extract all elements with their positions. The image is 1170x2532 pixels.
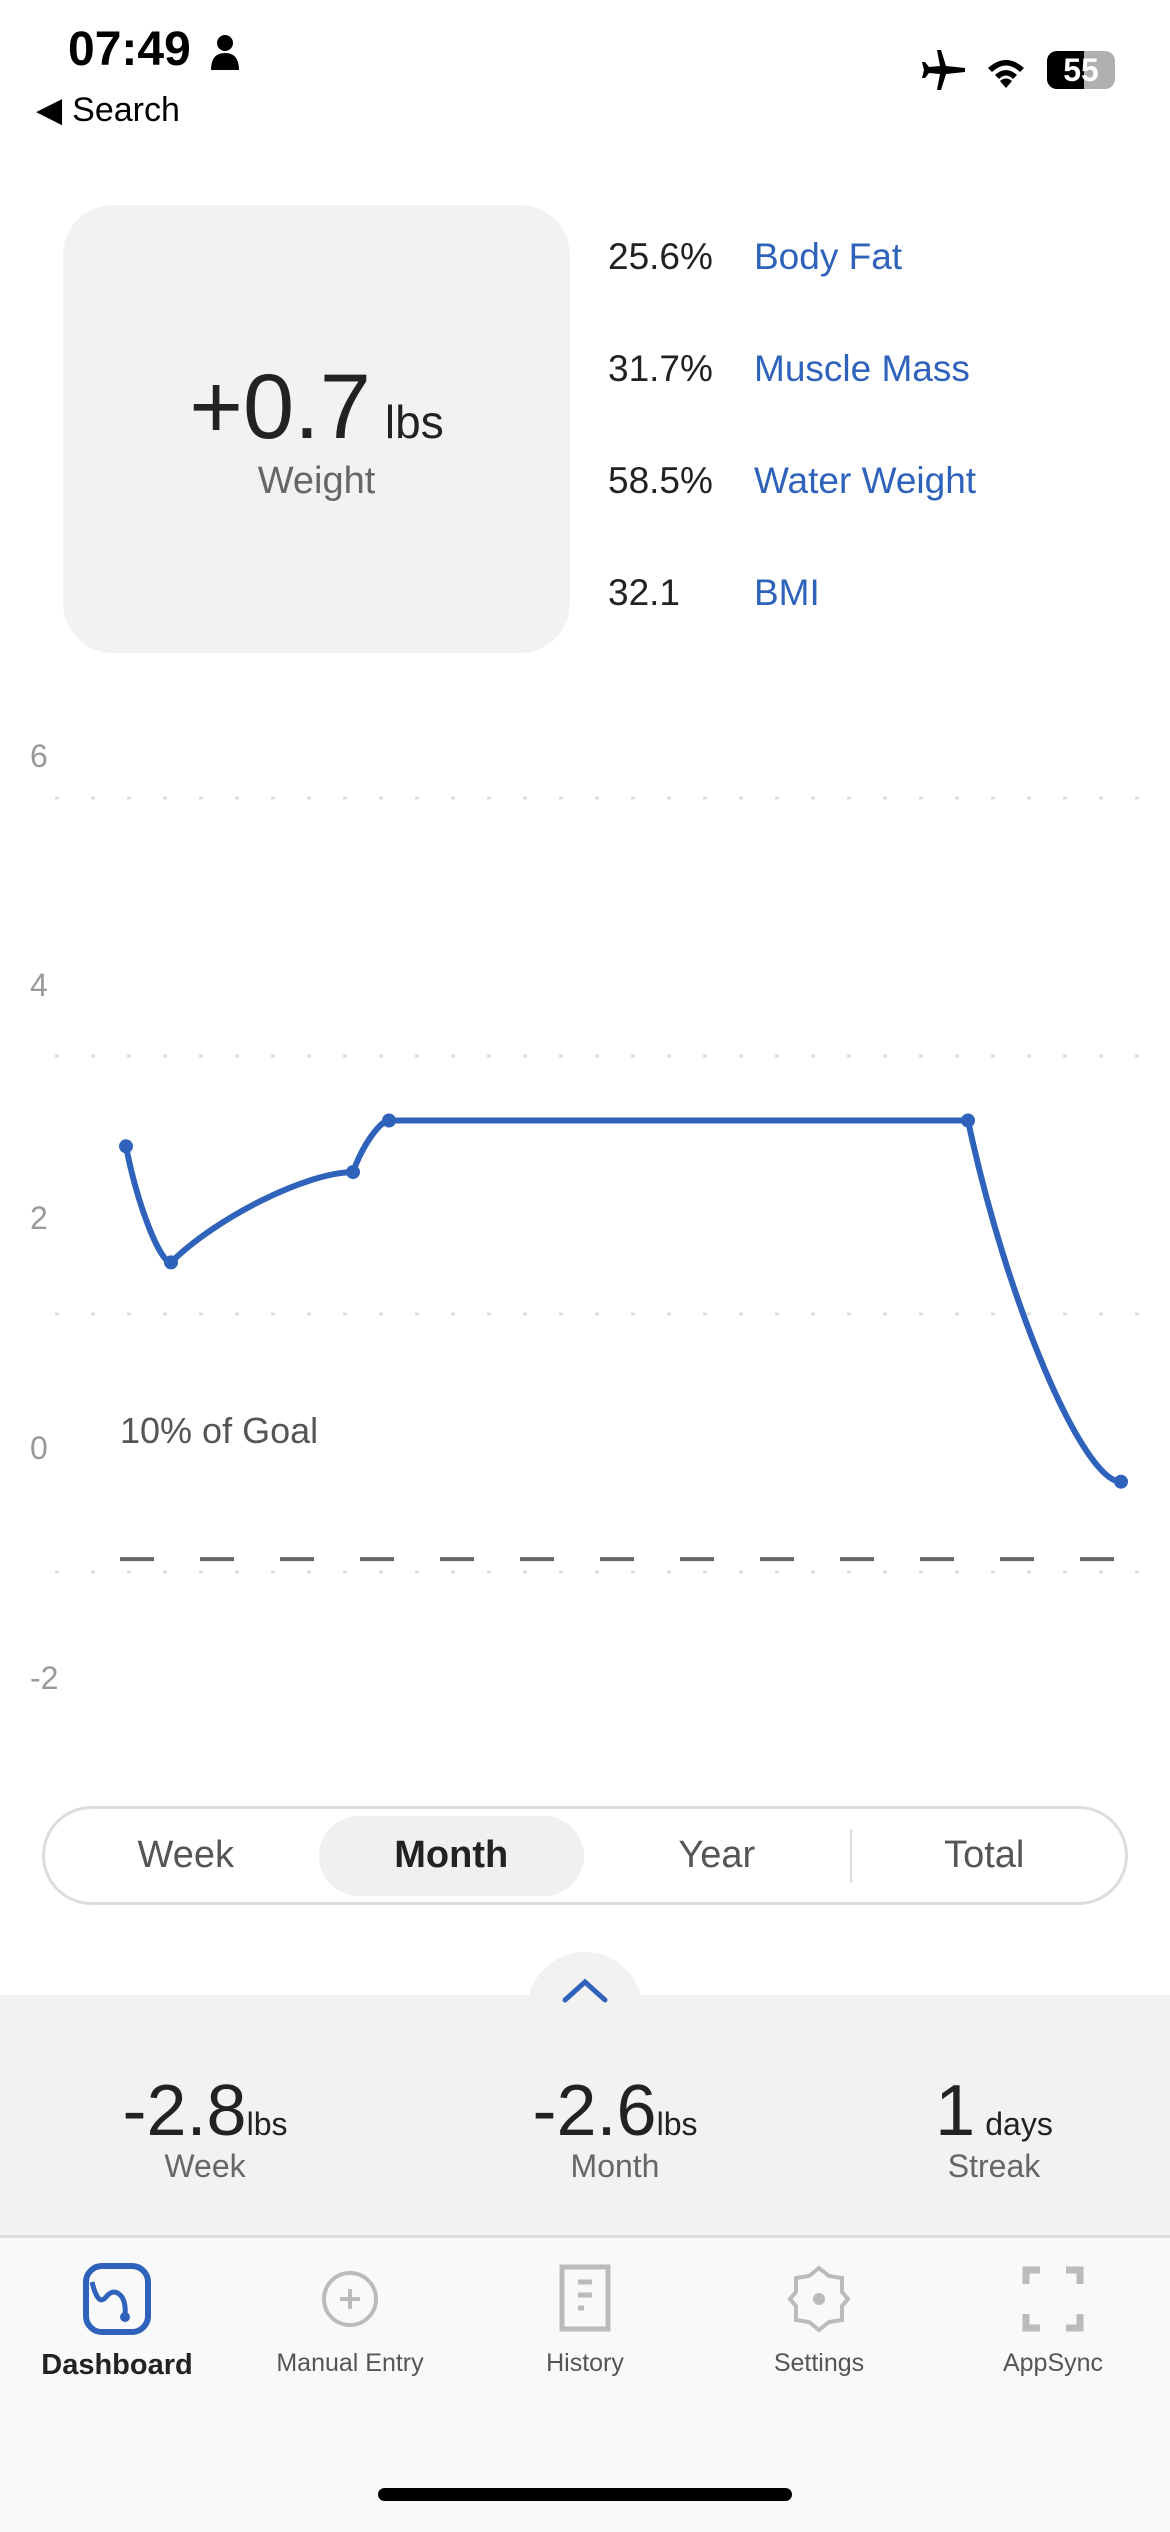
series-line [123, 1117, 1122, 1485]
total-month: -2.6lbs Month [532, 2071, 698, 2184]
streak: 1 days Streak [935, 2071, 1053, 2184]
weight-label: Weight [257, 460, 376, 502]
metric-value: 32.1 [608, 572, 681, 613]
metric-value: 58.5% [608, 460, 713, 501]
range-month[interactable]: Month [318, 1815, 584, 1896]
data-point [346, 1165, 360, 1180]
metric-water-weight[interactable]: 58.5% Water Weight [608, 460, 976, 502]
back-arrow-icon: ◀ [36, 91, 63, 129]
tab-history[interactable]: History [485, 2262, 685, 2378]
range-week[interactable]: Week [53, 1816, 319, 1896]
data-point [164, 1255, 178, 1270]
scan-frame-icon [1022, 2266, 1084, 2332]
data-point [1114, 1474, 1128, 1489]
data-point [961, 1113, 975, 1128]
wifi-icon [988, 60, 1024, 88]
back-label: Search [72, 90, 180, 129]
weight-chart [55, 796, 1150, 1574]
metric-muscle-mass[interactable]: 31.7% Muscle Mass [608, 348, 970, 390]
metric-value: 31.7% [608, 348, 713, 389]
person-icon [211, 35, 239, 70]
tab-appsync[interactable]: AppSync [953, 2262, 1153, 2378]
range-selector: Week Month Year Total [42, 1806, 1128, 1905]
plus-circle-icon [322, 2271, 378, 2327]
expand-panel-button[interactable] [527, 1952, 643, 2032]
data-point [119, 1139, 133, 1154]
metric-bmi[interactable]: 32.1 BMI [608, 572, 820, 614]
battery-indicator: 55 [1047, 51, 1115, 89]
gear-icon [787, 2265, 851, 2333]
airplane-icon [922, 50, 965, 90]
weight-change-unit: lbs [384, 396, 444, 448]
tab-dashboard[interactable]: Dashboard [17, 2262, 217, 2382]
data-point [382, 1113, 396, 1128]
status-time: 07:49 [68, 23, 191, 76]
document-icon [559, 2264, 611, 2332]
back-button[interactable]: ◀ Search [36, 90, 180, 130]
tab-manual-entry[interactable]: Manual Entry [250, 2262, 450, 2378]
metric-value: 25.6% [608, 236, 713, 277]
metric-body-fat[interactable]: 25.6% Body Fat [608, 236, 902, 278]
metric-label: BMI [754, 572, 820, 613]
metric-label: Water Weight [754, 460, 977, 501]
weight-change-value: +0.7 [189, 356, 371, 458]
chevron-up-icon [562, 1978, 608, 2003]
range-year[interactable]: Year [584, 1816, 850, 1896]
tab-settings[interactable]: Settings [719, 2262, 919, 2378]
weight-change-card: +0.7 lbs Weight [63, 205, 570, 653]
range-total[interactable]: Total [852, 1816, 1118, 1896]
dashboard-icon [83, 2263, 151, 2335]
metric-label: Body Fat [754, 236, 903, 277]
total-week: -2.8lbs Week [122, 2071, 288, 2184]
metric-label: Muscle Mass [754, 348, 970, 389]
home-indicator [378, 2488, 792, 2501]
